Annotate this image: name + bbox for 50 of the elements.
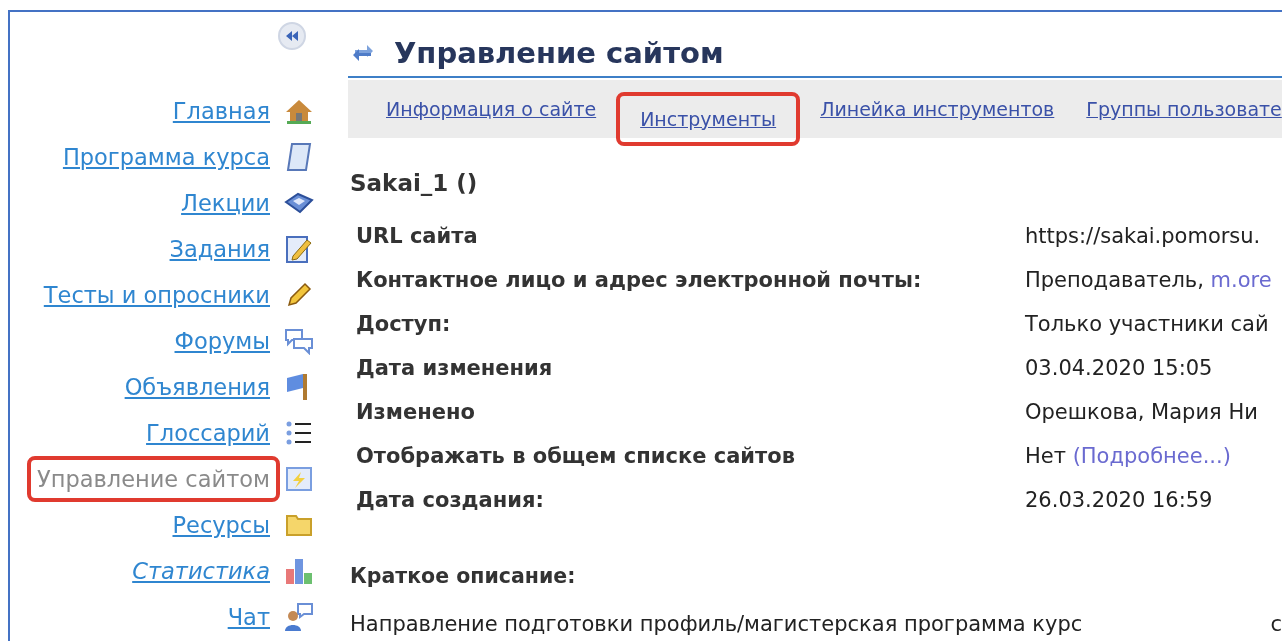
sidebar-item[interactable]: Чат (217, 594, 280, 640)
tab-link[interactable]: Линейка инструментов (804, 88, 1071, 130)
person-chat-icon (284, 602, 314, 632)
sidebar-item[interactable]: Тесты и опросники (33, 272, 280, 318)
sidebar-item[interactable]: Ресурсы (162, 502, 280, 548)
pencil-icon (285, 281, 313, 309)
field-label: Дата создания: (356, 488, 545, 512)
tab-link[interactable]: Инструменты (616, 92, 801, 146)
field-label: Изменено (356, 400, 476, 424)
double-chevron-left-icon (286, 31, 298, 41)
field-value: 03.04.2020 15:05 (1025, 356, 1213, 380)
description-text: Направление подготовки профиль/магистерская программа курс (350, 612, 1083, 636)
sidebar-item[interactable]: Программа курса (52, 134, 280, 180)
field-label: Доступ: (356, 312, 452, 336)
field-value: Только участники сай (1025, 312, 1269, 336)
site-name: Sakai_1 () (350, 170, 479, 196)
house-icon (284, 98, 314, 124)
tab-link[interactable]: Группы пользовате (1070, 88, 1282, 130)
bar-chart-icon (284, 557, 314, 585)
folder-icon (285, 513, 313, 537)
field-label: URL сайта (356, 224, 479, 248)
value-link[interactable]: m.ore (1210, 268, 1272, 292)
sidebar-item[interactable]: Главная (162, 88, 280, 134)
sidebar-item[interactable]: Объявления (114, 364, 280, 410)
sidebar-item[interactable]: Статистика (122, 548, 280, 594)
field-label: Дата изменения (356, 356, 554, 380)
section-heading: Краткое описание: (350, 564, 577, 588)
field-label: Отображать в общем списке сайтов (356, 444, 796, 468)
field-value: 26.03.2020 16:59 (1025, 488, 1213, 512)
field-value: Преподаватель, m.ore (1025, 268, 1272, 292)
sidebar-item[interactable]: Глоссарий (136, 410, 280, 456)
sidebar-item[interactable]: Задания (159, 226, 280, 272)
value-link[interactable]: (Подробнее...) (1072, 444, 1231, 468)
sidebar-item[interactable]: Лекции (171, 180, 280, 226)
sidebar-item[interactable]: Форумы (164, 318, 280, 364)
window-lightning-icon (285, 466, 313, 492)
list-icon (285, 420, 313, 446)
document-icon (286, 142, 312, 172)
speech-bubbles-icon (284, 327, 314, 355)
field-value: https://sakai.pomorsu. (1025, 224, 1261, 248)
tab-link[interactable]: Информация о сайте (370, 88, 613, 130)
field-value: Орешкова, Мария Ни (1025, 400, 1258, 424)
field-label: Контактное лицо и адрес электронной почты: (356, 268, 923, 292)
book-icon (284, 192, 314, 214)
sidebar-item[interactable]: Управление сайтом (27, 456, 280, 502)
collapse-button[interactable] (278, 22, 306, 50)
page-title: Управление сайтом (394, 36, 724, 70)
description-text: с (1270, 612, 1282, 636)
pencil-page-icon (285, 234, 313, 264)
field-value: Нет (Подробнее...) (1025, 444, 1231, 468)
